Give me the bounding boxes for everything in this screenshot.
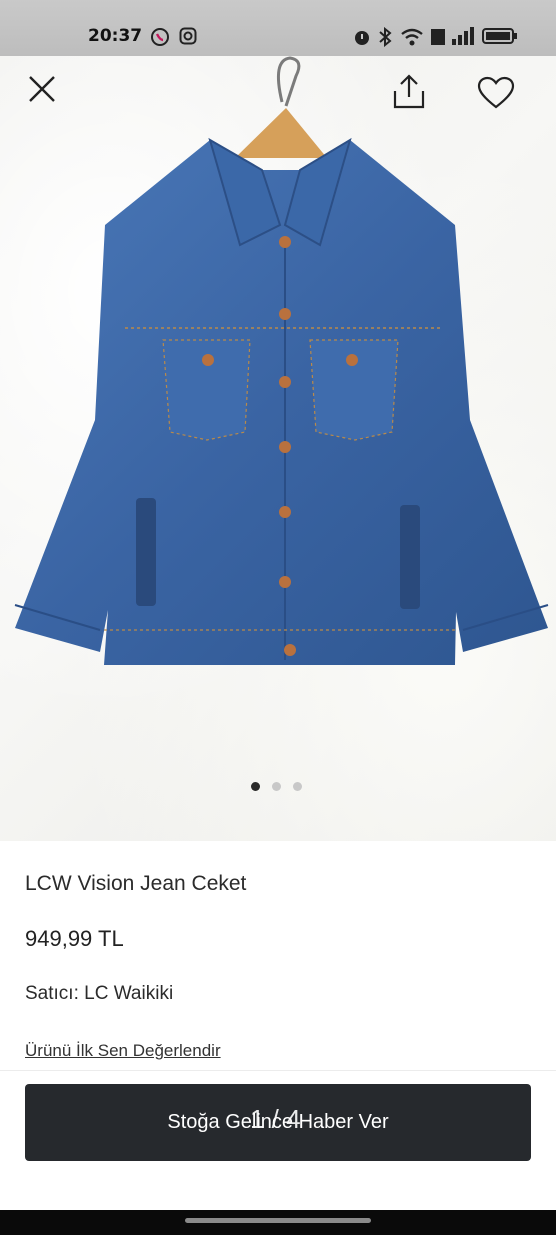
share-icon[interactable] [392, 74, 426, 110]
heart-icon[interactable] [477, 76, 515, 110]
battery-icon [482, 28, 517, 44]
pagination-dot-3[interactable] [293, 782, 302, 791]
wifi-icon [401, 28, 423, 46]
system-nav-bar [0, 1210, 556, 1235]
divider [0, 1070, 556, 1071]
gallery-pagination [251, 782, 302, 791]
seller-row: Satıcı: LC Waikiki [25, 983, 173, 1005]
review-link[interactable]: Ürünü İlk Sen Değerlendir [25, 1041, 221, 1061]
product-price: 949,99 TL [25, 926, 124, 951]
close-icon[interactable] [27, 74, 57, 104]
denim-jacket-image [14, 56, 549, 665]
volte-icon [431, 29, 445, 45]
product-name: LCW Vision Jean Ceket [25, 872, 247, 895]
pagination-dot-1[interactable] [251, 782, 260, 791]
seller-name[interactable]: LC Waikiki [84, 983, 173, 1004]
bluetooth-icon [379, 27, 392, 47]
home-indicator[interactable] [185, 1218, 371, 1223]
product-image-gallery[interactable] [0, 56, 556, 841]
notify-when-in-stock-button[interactable]: Stoğa Gelince Haber Ver [25, 1084, 531, 1161]
status-time: 20:37 [88, 26, 143, 46]
pagination-dot-2[interactable] [272, 782, 281, 791]
instagram-icon [179, 27, 197, 45]
status-bar: 20:37 [0, 0, 556, 56]
signal-icon [452, 27, 474, 45]
alarm-icon [355, 31, 369, 45]
seller-label: Satıcı: [25, 983, 79, 1004]
viber-icon [151, 28, 169, 46]
